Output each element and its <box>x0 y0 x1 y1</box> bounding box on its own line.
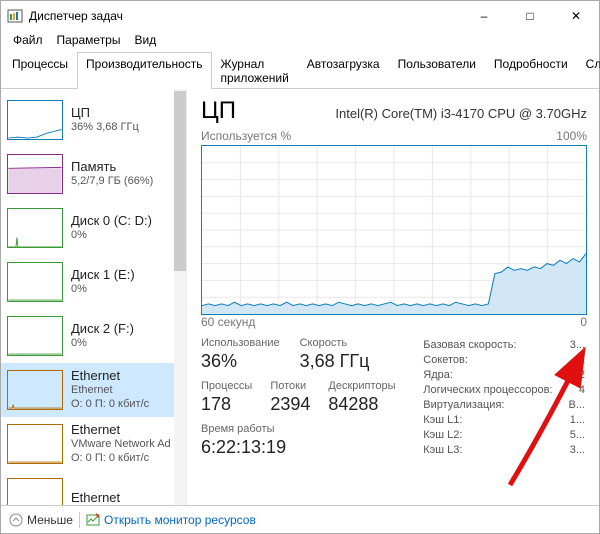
stat-label: Скорость <box>300 337 370 349</box>
sidebar-item-2[interactable]: Диск 0 (C: D:)0% <box>1 201 186 255</box>
axis-left: 60 секунд <box>201 315 255 329</box>
info-key: Кэш L1: <box>423 414 566 427</box>
cpu-name: Intel(R) Core(TM) i3-4170 CPU @ 3.70GHz <box>335 106 587 121</box>
tab-app-history[interactable]: Журнал приложений <box>212 52 298 89</box>
uptime-value: 6:22:13:19 <box>201 437 396 458</box>
info-value: 5... <box>568 429 585 442</box>
divider <box>79 512 80 528</box>
sidebar-minigraph <box>7 100 63 140</box>
sidebar-item-4[interactable]: Диск 2 (F:)0% <box>1 309 186 363</box>
resmon-icon <box>86 513 100 527</box>
sidebar-item-text: Ethernet <box>71 490 120 505</box>
tab-startup[interactable]: Автозагрузка <box>298 52 389 89</box>
sidebar-item-text: EthernetEthernetО: 0 П: 0 кбит/с <box>71 368 149 412</box>
info-key: Кэш L3: <box>423 444 566 457</box>
scrollbar-thumb[interactable] <box>174 91 186 271</box>
uptime-label: Время работы <box>201 423 396 435</box>
sidebar-item-7[interactable]: Ethernet <box>1 471 186 505</box>
sidebar-item-text: Память5,2/7,9 ГБ (66%) <box>71 159 153 189</box>
stat-label: Процессы <box>201 380 252 392</box>
fewer-details-button[interactable]: Меньше <box>9 513 73 527</box>
stat-value: 2394 <box>270 394 310 415</box>
sidebar-minigraph <box>7 478 63 505</box>
sidebar-item-text: Диск 0 (C: D:)0% <box>71 213 152 243</box>
sidebar-minigraph <box>7 154 63 194</box>
info-key: Кэш L2: <box>423 429 566 442</box>
minimize-button[interactable]: – <box>461 1 507 31</box>
sidebar-minigraph <box>7 370 63 410</box>
tab-performance[interactable]: Производительность <box>77 52 211 89</box>
menu-file[interactable]: Файл <box>7 31 49 49</box>
info-key: Логических процессоров: <box>423 384 566 397</box>
sidebar-list[interactable]: ЦП36% 3,68 ГГц Память5,2/7,9 ГБ (66%) Диск… <box>1 89 186 505</box>
info-value: 1... <box>568 414 585 427</box>
close-button[interactable]: ✕ <box>553 1 599 31</box>
sidebar-minigraph <box>7 316 63 356</box>
cpu-info-table: Базовая скорость:3...Сокетов:1Ядра:2Логи… <box>421 337 587 459</box>
stat-value: 36% <box>201 351 280 372</box>
info-value: В... <box>568 399 585 412</box>
sidebar-item-0[interactable]: ЦП36% 3,68 ГГц <box>1 93 186 147</box>
info-key: Базовая скорость: <box>423 339 566 352</box>
chevron-up-circle-icon <box>9 513 23 527</box>
info-key: Ядра: <box>423 369 566 382</box>
window-title: Диспетчер задач <box>29 9 123 23</box>
sidebar-item-1[interactable]: Память5,2/7,9 ГБ (66%) <box>1 147 186 201</box>
tab-processes[interactable]: Процессы <box>3 52 77 89</box>
sidebar-item-text: EthernetVMware Network AdО: 0 П: 0 кбит/… <box>71 422 171 466</box>
window-title-area: Диспетчер задач <box>7 8 123 24</box>
axis-right: 0 <box>580 315 587 329</box>
menu-options[interactable]: Параметры <box>51 31 127 49</box>
taskmgr-icon <box>7 8 23 24</box>
menu-view[interactable]: Вид <box>128 31 162 49</box>
stat-value: 84288 <box>328 394 395 415</box>
sidebar-item-text: Диск 1 (E:)0% <box>71 267 135 297</box>
sidebar-item-6[interactable]: EthernetVMware Network AdО: 0 П: 0 кбит/… <box>1 417 186 471</box>
chart-label-right: 100% <box>556 129 587 143</box>
info-value: 2 <box>568 369 585 382</box>
info-value: 3... <box>568 444 585 457</box>
sidebar-item-text: Диск 2 (F:)0% <box>71 321 134 351</box>
scrollbar-track[interactable] <box>174 89 186 505</box>
sidebar-item-3[interactable]: Диск 1 (E:)0% <box>1 255 186 309</box>
stat-label: Дескрипторы <box>328 380 395 392</box>
maximize-button[interactable]: □ <box>507 1 553 31</box>
sidebar-minigraph <box>7 262 63 302</box>
tab-details[interactable]: Подробности <box>485 52 577 89</box>
stat-value: 178 <box>201 394 252 415</box>
info-key: Сокетов: <box>423 354 566 367</box>
open-resmon-link[interactable]: Открыть монитор ресурсов <box>86 513 256 527</box>
stat-label: Потоки <box>270 380 310 392</box>
sidebar-minigraph <box>7 424 63 464</box>
chart-label-left: Используется % <box>201 129 291 143</box>
info-value: 3... <box>568 339 585 352</box>
tab-users[interactable]: Пользователи <box>389 52 485 89</box>
stat-value: 3,68 ГГц <box>300 351 370 372</box>
stat-label: Использование <box>201 337 280 349</box>
tab-services[interactable]: Службы <box>577 52 600 89</box>
info-value: 4 <box>568 384 585 397</box>
sidebar-item-5[interactable]: EthernetEthernetО: 0 П: 0 кбит/с <box>1 363 186 417</box>
info-value: 1 <box>568 354 585 367</box>
cpu-usage-chart <box>201 145 587 315</box>
perf-heading: ЦП <box>201 97 236 125</box>
sidebar-item-text: ЦП36% 3,68 ГГц <box>71 105 139 135</box>
info-key: Виртуализация: <box>423 399 566 412</box>
sidebar-minigraph <box>7 208 63 248</box>
